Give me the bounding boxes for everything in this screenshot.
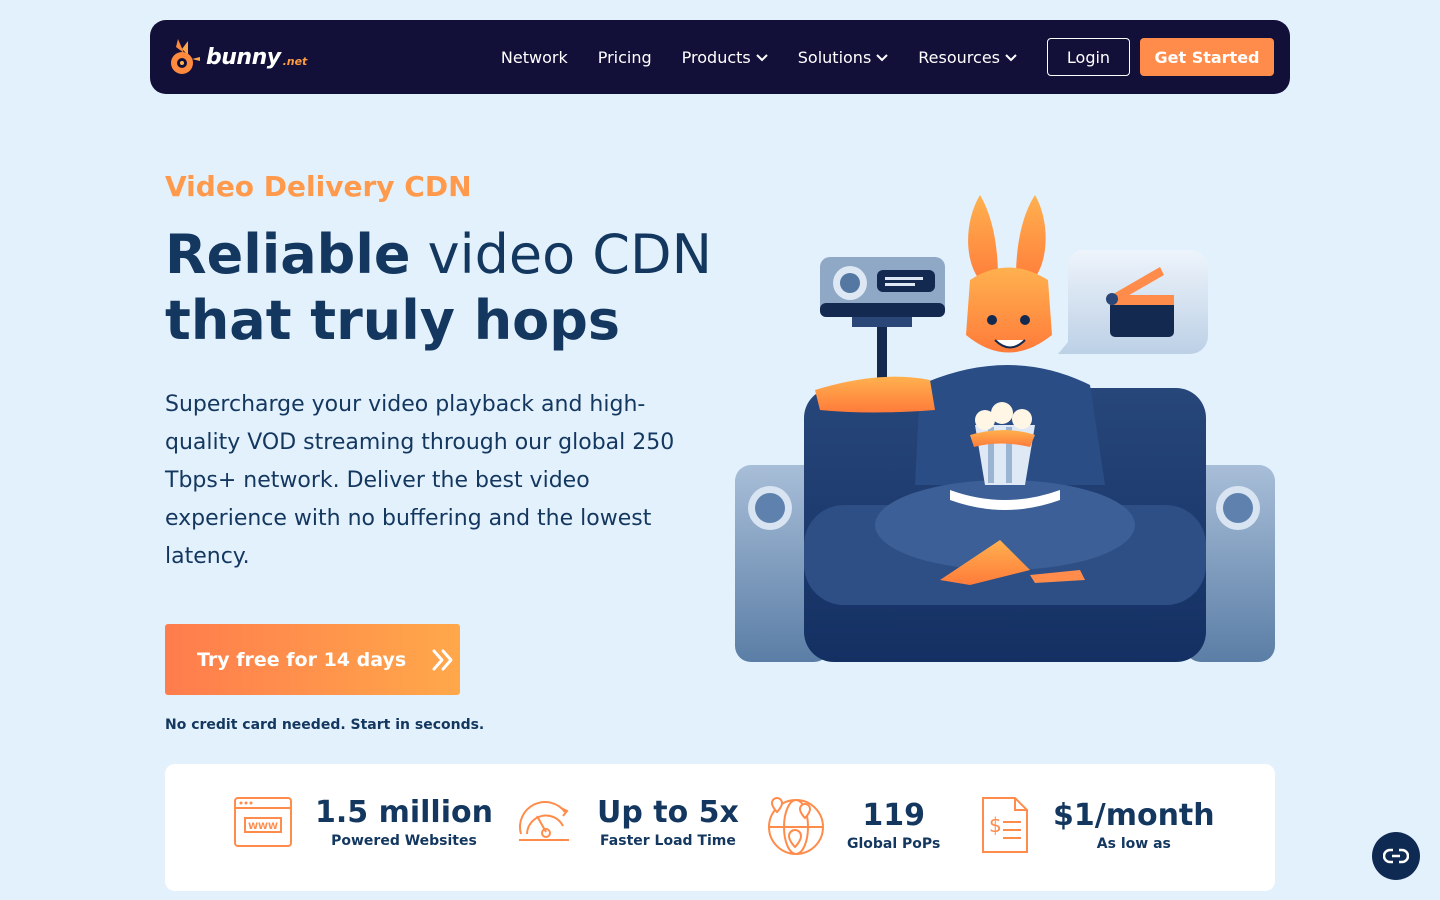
nav-link-label: Pricing [597,47,652,67]
bunny-logo[interactable]: bunny .net [166,37,307,77]
nav-link-label: Network [500,47,568,67]
logo-tld: .net [282,54,308,68]
invoice-dollar-icon: $ [982,797,1028,853]
chevron-down-icon [756,54,768,62]
nav-link-label: Resources [918,47,1000,67]
chat-widget-button[interactable] [1372,832,1420,880]
get-started-button[interactable]: Get Started [1140,38,1274,76]
chat-link-icon [1383,848,1409,864]
no-credit-card-note: No credit card needed. Start in seconds. [165,717,485,733]
chevron-down-icon [1005,54,1017,62]
nav-links: Network Pricing Products Solutions Resou… [501,48,1017,67]
globe-pins-icon [768,796,824,855]
headline-line2: that truly hops [165,289,621,352]
stat-label: Faster Load Time [600,833,736,849]
try-free-button[interactable]: Try free for 14 days [165,624,460,695]
headline-rest: video CDN [410,223,712,286]
stat-value: 1.5 million [315,795,493,830]
bunny-logo-icon [171,39,200,74]
stat-load-time: Up to 5x Faster Load Time [515,794,739,850]
stat-value: Up to 5x [597,795,739,830]
stats-bar: WWW 1.5 million Powered Websites Up to 5… [165,764,1275,891]
stat-price: $ $1/month As low as [977,794,1215,856]
nav-link-products[interactable]: Products [682,48,768,67]
nav-link-resources[interactable]: Resources [918,48,1017,67]
stat-label: Powered Websites [331,833,477,849]
logo-wordmark: bunny [206,44,281,70]
www-browser-icon: WWW [234,797,292,847]
chevron-down-icon [876,54,888,62]
speedometer-icon [519,801,569,841]
stat-websites: WWW 1.5 million Powered Websites [233,794,493,850]
svg-text:$: $ [989,813,1002,837]
hero-headline: Reliable video CDN that truly hops [165,222,725,354]
stat-label: As low as [1096,836,1171,852]
login-button[interactable]: Login [1047,38,1130,76]
headline-bold: Reliable [165,223,411,286]
top-navigation: bunny .net Network Pricing Products Solu… [150,20,1290,94]
nav-link-label: Solutions [797,47,872,67]
nav-link-solutions[interactable]: Solutions [798,48,889,67]
stat-label: Global PoPs [847,836,941,852]
double-chevron-right-icon [432,649,453,670]
hero-description: Supercharge your video playback and high… [165,392,675,569]
nav-link-network[interactable]: Network [501,48,568,67]
stat-value: 119 [862,798,925,833]
hero-eyebrow: Video Delivery CDN [165,170,472,203]
svg-text:WWW: WWW [248,822,278,832]
stat-value: $1/month [1053,798,1215,833]
try-free-label: Try free for 14 days [197,648,407,671]
bunny-couch-illustration [735,195,1275,662]
nav-link-pricing[interactable]: Pricing [598,48,652,67]
stat-pops: 119 Global PoPs [765,794,940,856]
nav-link-label: Products [681,47,751,67]
